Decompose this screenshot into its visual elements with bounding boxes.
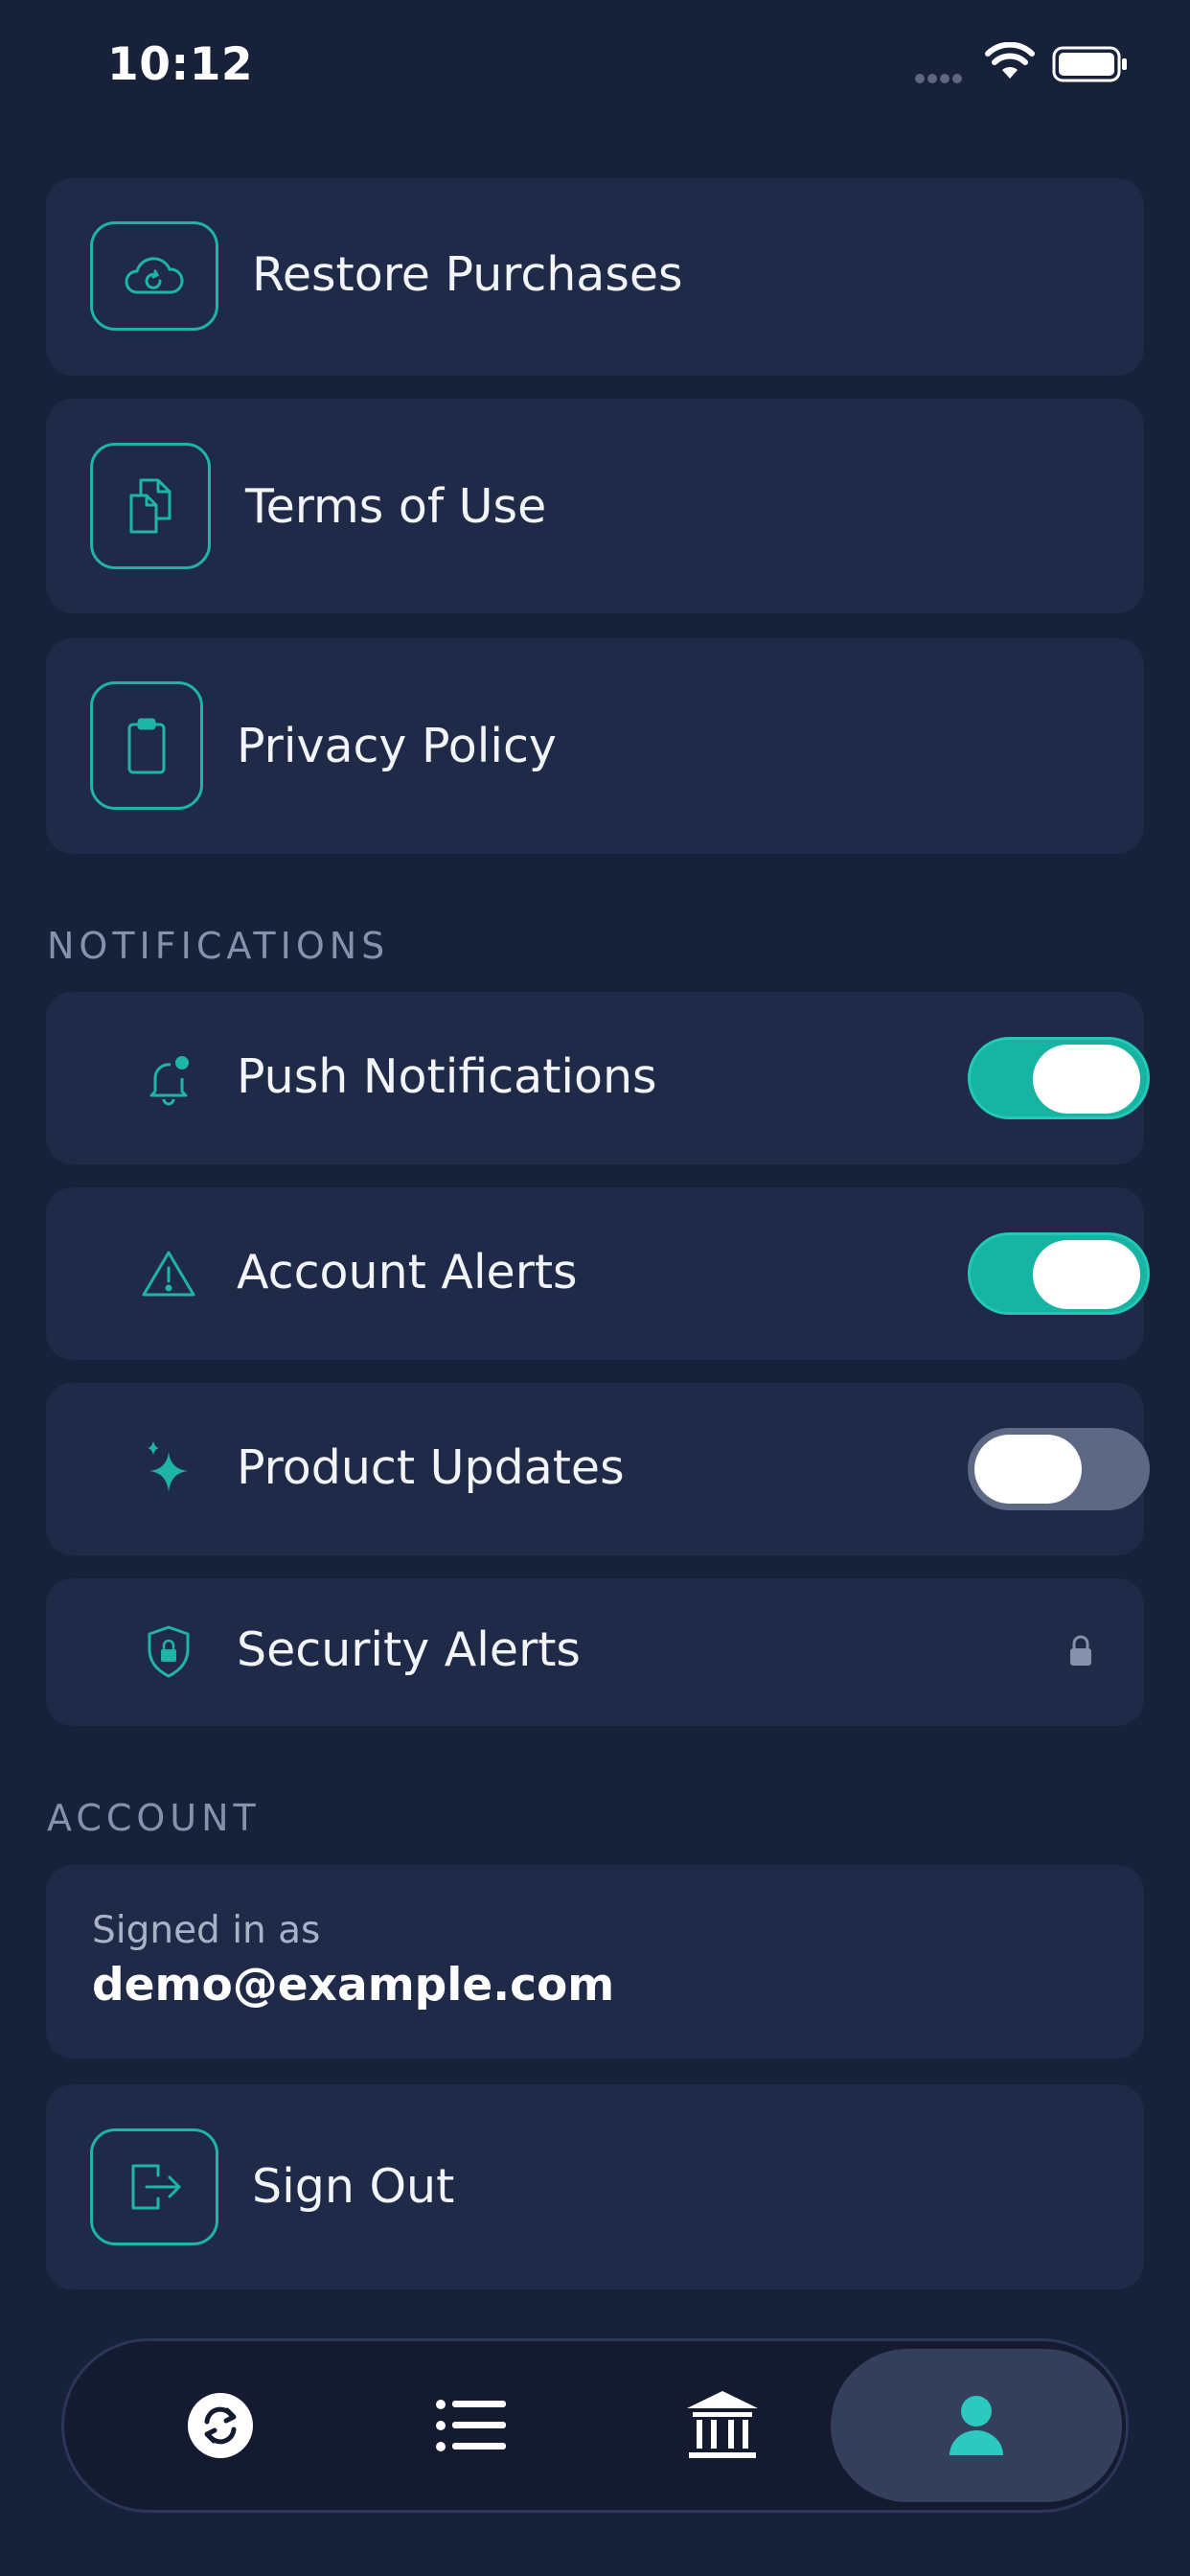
signed-in-label: Signed in as bbox=[92, 1909, 321, 1952]
account-alerts-label: Account Alerts bbox=[237, 1245, 578, 1300]
notifications-section-title: NOTIFICATIONS bbox=[47, 925, 390, 967]
privacy-policy-label: Privacy Policy bbox=[237, 719, 557, 773]
sign-out-icon bbox=[90, 2128, 218, 2245]
sign-out-label: Sign Out bbox=[252, 2159, 455, 2214]
documents-icon bbox=[90, 443, 211, 569]
terms-of-use-row[interactable]: Terms of Use bbox=[46, 399, 1144, 613]
shield-lock-icon bbox=[148, 1625, 190, 1678]
tab-bank[interactable] bbox=[660, 2341, 785, 2510]
person-icon bbox=[950, 2396, 1003, 2455]
bell-icon bbox=[149, 1056, 189, 1106]
account-email: demo@example.com bbox=[92, 1959, 615, 2012]
security-alerts-row: Security Alerts bbox=[46, 1578, 1144, 1726]
account-alerts-row: Account Alerts bbox=[46, 1187, 1150, 1360]
push-notifications-label: Push Notifications bbox=[237, 1049, 657, 1104]
status-time: 10:12 bbox=[107, 38, 254, 91]
security-alerts-label: Security Alerts bbox=[237, 1622, 581, 1677]
product-updates-label: Product Updates bbox=[237, 1440, 625, 1495]
bottom-tab-bar bbox=[61, 2338, 1129, 2513]
clipboard-icon bbox=[90, 681, 203, 810]
push-notifications-toggle[interactable] bbox=[968, 1037, 1150, 1119]
tab-transfer[interactable] bbox=[158, 2341, 283, 2510]
sparkles-icon bbox=[148, 1440, 188, 1492]
transfer-icon bbox=[188, 2393, 253, 2458]
cloud-refresh-icon bbox=[90, 221, 218, 331]
restore-purchases-label: Restore Purchases bbox=[252, 247, 683, 302]
account-section-title: ACCOUNT bbox=[47, 1797, 261, 1839]
warning-icon bbox=[142, 1251, 195, 1297]
sign-out-row[interactable]: Sign Out bbox=[46, 2084, 1144, 2289]
wifi-icon bbox=[985, 42, 1035, 79]
push-notifications-row: Push Notifications bbox=[46, 992, 1150, 1164]
cellular-signal-icon bbox=[915, 69, 965, 87]
lock-icon bbox=[1070, 1635, 1091, 1666]
product-updates-toggle[interactable] bbox=[968, 1428, 1150, 1510]
bank-icon bbox=[687, 2391, 758, 2458]
tab-profile[interactable] bbox=[831, 2341, 1122, 2510]
tab-list[interactable] bbox=[409, 2341, 534, 2510]
status-bar: 10:12 bbox=[0, 0, 1190, 125]
battery-icon bbox=[1052, 46, 1127, 82]
terms-of-use-label: Terms of Use bbox=[245, 479, 547, 534]
list-icon bbox=[436, 2400, 506, 2451]
privacy-policy-row[interactable]: Privacy Policy bbox=[46, 638, 1144, 854]
account-alerts-toggle[interactable] bbox=[968, 1232, 1150, 1315]
product-updates-row: Product Updates bbox=[46, 1383, 1150, 1555]
restore-purchases-row[interactable]: Restore Purchases bbox=[46, 178, 1144, 376]
signed-in-card: Signed in as demo@example.com bbox=[46, 1865, 1144, 2058]
